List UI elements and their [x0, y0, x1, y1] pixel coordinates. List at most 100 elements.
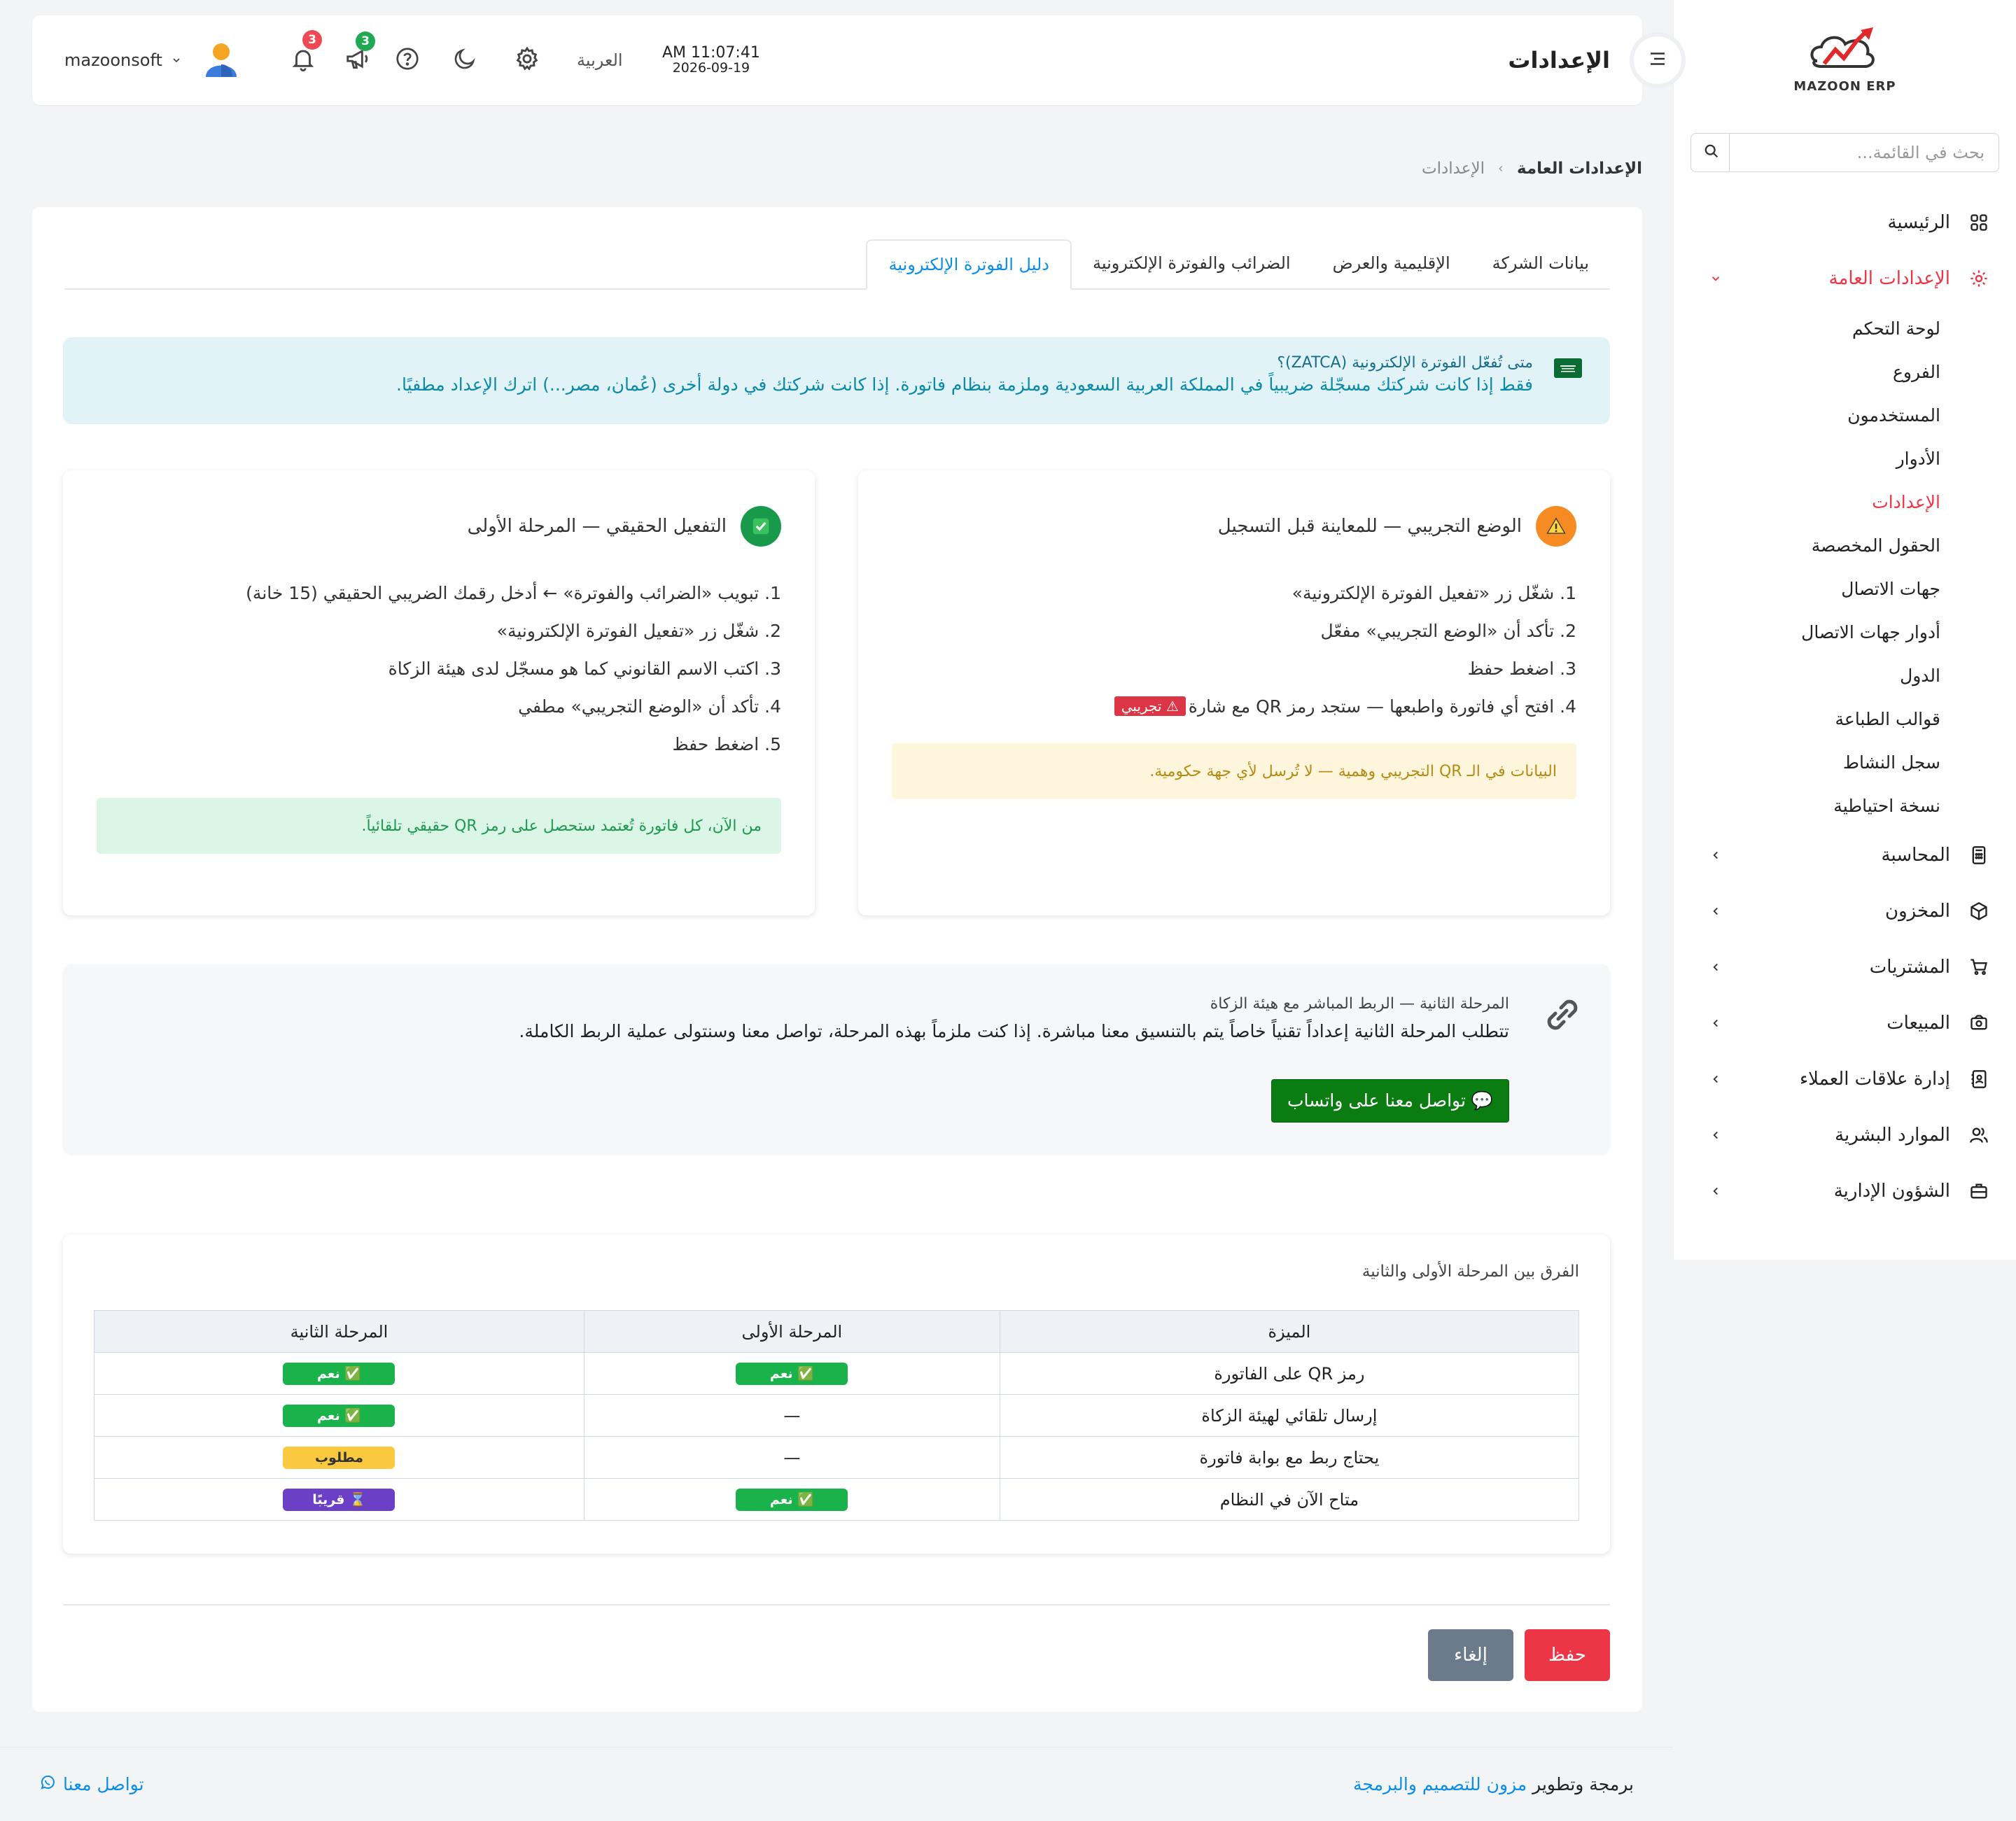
dash-cell: — [583, 1394, 1000, 1437]
feature-cell: يحتاج ربط مع بوابة فاتورة [999, 1436, 1580, 1479]
submenu-item-activity-log[interactable]: سجل النشاط [1674, 740, 2016, 784]
sidebar-item-crm[interactable]: إدارة علاقات العملاء [1674, 1051, 2016, 1107]
moon-icon [452, 46, 477, 74]
submenu-item-users[interactable]: المستخدمون [1674, 393, 2016, 437]
footer-contact-link[interactable]: تواصل معنا [39, 1774, 144, 1795]
general-settings-submenu: لوحة التحكم الفروع المستخدمون الأدوار ال… [1674, 307, 2016, 827]
submenu-item-roles[interactable]: الأدوار [1674, 437, 2016, 480]
status-badge: مطلوب [283, 1446, 396, 1469]
real-mode-title: التفعيل الحقيقي — المرحلة الأولى [467, 516, 727, 537]
phase2-section: المرحلة الثانية — الربط المباشر مع هيئة … [63, 964, 1610, 1153]
contacts-icon [1968, 1069, 1989, 1090]
tab-regional-display[interactable]: الإقليمية والعرض [1312, 238, 1471, 288]
trial-step: 3. اضغط حفظ [1467, 658, 1576, 679]
link-icon [1547, 999, 1578, 1030]
search-icon[interactable] [1704, 143, 1719, 162]
warning-icon [1536, 506, 1576, 547]
footer: برمجة وتطوير مزون للتصميم والبرمجة تواصل… [0, 1747, 1673, 1821]
help-circle-icon [395, 46, 420, 74]
bell-icon: 3 [290, 30, 322, 75]
footer-credit-prefix: برمجة وتطوير [1532, 1774, 1634, 1794]
whatsapp-contact-button[interactable]: 💬 تواصل معنا على واتساب [1271, 1079, 1509, 1123]
megaphone-icon: 3 [344, 31, 375, 75]
clock-date: 2026-09-19 [672, 59, 750, 76]
language-switch[interactable]: العربية [577, 15, 623, 105]
clock: AM 11:07:41 2026-09-19 [662, 15, 760, 105]
trial-mode-card: الوضع التجريبي — للمعاينة قبل التسجيل 1.… [858, 470, 1610, 915]
footer-credit: برمجة وتطوير مزون للتصميم والبرمجة [1353, 1774, 1634, 1794]
logo-text: MAZOON ERP [1793, 78, 1896, 94]
sidebar-item-label: إدارة علاقات العملاء [1799, 1069, 1950, 1090]
col-feature: الميزة [999, 1310, 1580, 1353]
sidebar-search-input[interactable] [1740, 142, 1986, 163]
notifications-button[interactable]: 3 [290, 15, 322, 105]
submenu-item-countries[interactable]: الدول [1674, 654, 2016, 697]
clock-time: AM 11:07:41 [662, 44, 760, 62]
sidebar-item-admin-affairs[interactable]: الشؤون الإدارية [1674, 1163, 2016, 1219]
trial-badge: ⚠ تجريبي [1114, 696, 1186, 716]
trial-note: البيانات في الـ QR التجريبي وهمية — لا ت… [892, 743, 1576, 799]
submenu-item-backup[interactable]: نسخة احتياطية [1674, 784, 2016, 827]
feature-cell: رمز QR على الفاتورة [999, 1352, 1580, 1395]
sidebar-item-purchases[interactable]: المشتريات [1674, 939, 2016, 995]
tab-company-data[interactable]: بيانات الشركة [1471, 238, 1610, 288]
footer-credit-link[interactable]: مزون للتصميم والبرمجة [1353, 1774, 1527, 1794]
gear-icon [1968, 268, 1989, 289]
submenu-item-dashboard[interactable]: لوحة التحكم [1674, 307, 2016, 350]
box-icon [1968, 901, 1989, 922]
sidebar-item-home[interactable]: الرئيسية [1674, 195, 2016, 251]
submenu-item-print-templates[interactable]: قوالب الطباعة [1674, 697, 2016, 740]
calculator-icon [1968, 845, 1989, 866]
alert-question: متى تُفعّل الفوترة الإلكترونية (ZATCA)؟ [1277, 354, 1533, 372]
cash-icon [1968, 1013, 1989, 1034]
submenu-item-contacts[interactable]: جهات الاتصال [1674, 567, 2016, 610]
tab-einvoicing-guide[interactable]: دليل الفوترة الإلكترونية [866, 239, 1072, 290]
chevron-left-icon [1707, 847, 1724, 864]
sidebar-item-label: المخزون [1885, 901, 1950, 922]
saudi-flag-icon [1554, 358, 1582, 378]
table-row: رمز QR على الفاتورة ✅ نعم ✅ نعم [94, 1352, 1580, 1395]
submenu-item-branches[interactable]: الفروع [1674, 350, 2016, 393]
submenu-item-settings[interactable]: الإعدادات [1674, 480, 2016, 523]
tab-tax-einvoicing[interactable]: الضرائب والفوترة الإلكترونية [1072, 238, 1312, 288]
app-root: MAZOON ERP الرئيسية الإعدادات [0, 0, 2016, 1821]
real-step: 3. اكتب الاسم القانوني كما هو مسجّل لدى … [388, 658, 781, 679]
sidebar-item-label: الموارد البشرية [1835, 1125, 1950, 1146]
app-logo[interactable]: MAZOON ERP [1789, 17, 1901, 101]
chevron-left-icon [1707, 959, 1724, 976]
real-step: 4. تأكد أن «الوضع التجريبي» مطفي [518, 696, 781, 717]
settings-button[interactable] [514, 15, 540, 105]
submenu-item-contact-roles[interactable]: أدوار جهات الاتصال [1674, 610, 2016, 654]
dark-mode-toggle[interactable] [452, 15, 477, 105]
breadcrumb-parent[interactable]: الإعدادات [1422, 160, 1485, 178]
zatca-info-alert: متى تُفعّل الفوترة الإلكترونية (ZATCA)؟ … [63, 337, 1610, 424]
breadcrumb-current: الإعدادات العامة [1516, 160, 1642, 178]
breadcrumb: الإعدادات العامة الإعدادات [1422, 160, 1642, 178]
whatsapp-icon [39, 1774, 56, 1795]
sidebar-item-label: الرئيسية [1887, 212, 1950, 233]
status-badge: ✅ نعم [736, 1488, 848, 1511]
col-phase1: المرحلة الأولى [583, 1310, 1000, 1353]
sidebar-toggle-button[interactable] [1630, 32, 1686, 88]
actions-divider [63, 1604, 1610, 1605]
announcements-button[interactable]: 3 [344, 15, 375, 105]
sidebar-item-general-settings[interactable]: الإعدادات العامة [1674, 251, 2016, 307]
user-name: mazoonsoft [64, 50, 162, 70]
chevron-left-icon [1707, 903, 1724, 920]
avatar[interactable] [204, 15, 238, 105]
sidebar-item-hr[interactable]: الموارد البشرية [1674, 1107, 2016, 1163]
sidebar-item-sales[interactable]: المبيعات [1674, 995, 2016, 1051]
settings-tabs: بيانات الشركة الإقليمية والعرض الضرائب و… [64, 239, 1610, 290]
status-badge: ✅ نعم [283, 1362, 396, 1385]
submenu-item-custom-fields[interactable]: الحقول المخصصة [1674, 523, 2016, 567]
topbar: الإعدادات AM 11:07:41 2026-09-19 العربية [32, 15, 1686, 105]
cancel-button[interactable]: إلغاء [1428, 1629, 1513, 1681]
user-menu[interactable]: mazoonsoft [64, 15, 182, 105]
announcements-count-badge: 3 [356, 31, 375, 51]
help-button[interactable] [395, 15, 420, 105]
save-button[interactable]: حفظ [1525, 1629, 1610, 1681]
grid-icon [1968, 212, 1989, 233]
sidebar-item-accounting[interactable]: المحاسبة [1674, 827, 2016, 883]
sidebar-item-inventory[interactable]: المخزون [1674, 883, 2016, 939]
comparison-title: الفرق بين المرحلة الأولى والثانية [1362, 1263, 1579, 1281]
